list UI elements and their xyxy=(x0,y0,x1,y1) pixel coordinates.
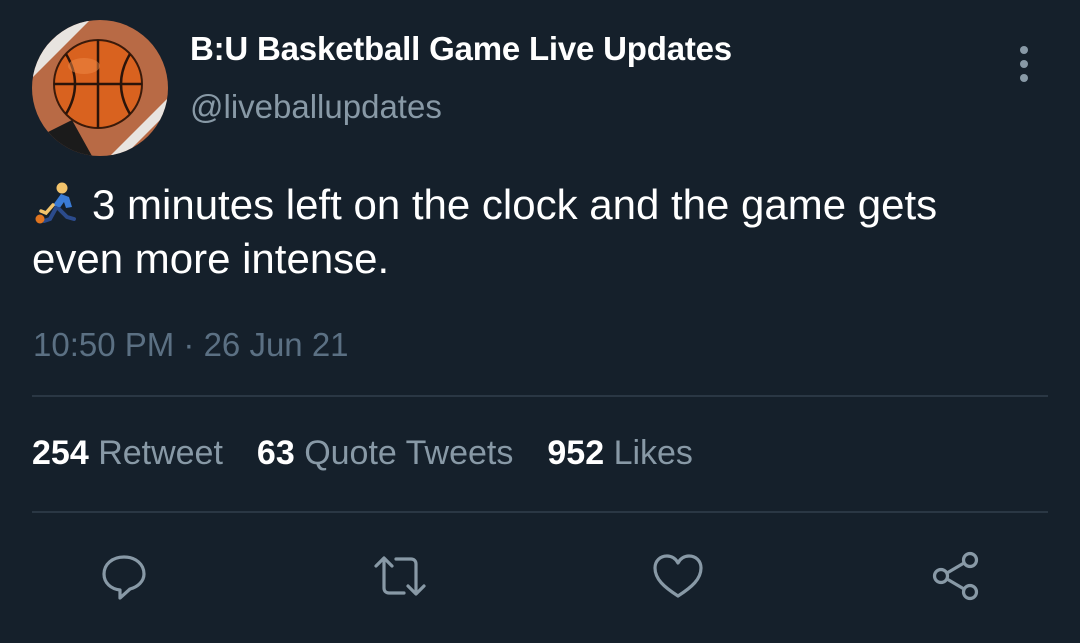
tweet-timestamp[interactable]: 10:50 PM · 26 Jun 21 xyxy=(33,326,349,364)
likes-count: 952 xyxy=(547,434,605,472)
tweet-stats: 254 Retweet 63 Quote Tweets 952 Likes xyxy=(32,434,727,473)
more-options-button[interactable] xyxy=(1004,40,1044,88)
likes-label: Likes xyxy=(613,434,693,472)
tweet: B:U Basketball Game Live Updates @liveba… xyxy=(0,0,1080,643)
person-bouncing-ball-icon xyxy=(32,181,86,225)
reply-icon xyxy=(102,555,146,600)
quotes-stat[interactable]: 63 Quote Tweets xyxy=(257,434,513,473)
likes-stat[interactable]: 952 Likes xyxy=(547,434,693,473)
tweet-text-container: 3 minutes left on the clock and the game… xyxy=(32,178,1032,286)
retweets-label: Retweet xyxy=(98,434,223,472)
basketball-icon xyxy=(32,20,168,156)
retweets-count: 254 xyxy=(32,434,89,472)
retweet-button[interactable] xyxy=(372,548,428,604)
more-vertical-icon xyxy=(1020,46,1028,82)
avatar[interactable] xyxy=(32,20,168,156)
retweets-stat[interactable]: 254 Retweet xyxy=(32,434,223,473)
tweet-text: 3 minutes left on the clock and the game… xyxy=(32,181,938,282)
author-handle[interactable]: @liveballupdates xyxy=(190,88,442,126)
like-button[interactable] xyxy=(650,548,706,604)
retweet-icon xyxy=(374,556,426,596)
divider-top xyxy=(32,395,1048,397)
author-display-name[interactable]: B:U Basketball Game Live Updates xyxy=(190,30,732,68)
share-icon xyxy=(932,551,979,601)
reply-button[interactable] xyxy=(96,548,152,604)
quotes-count: 63 xyxy=(256,434,295,472)
like-icon xyxy=(653,554,703,598)
share-button[interactable] xyxy=(928,548,984,604)
quotes-label: Quote Tweets xyxy=(304,434,514,472)
divider-bottom xyxy=(32,511,1048,513)
